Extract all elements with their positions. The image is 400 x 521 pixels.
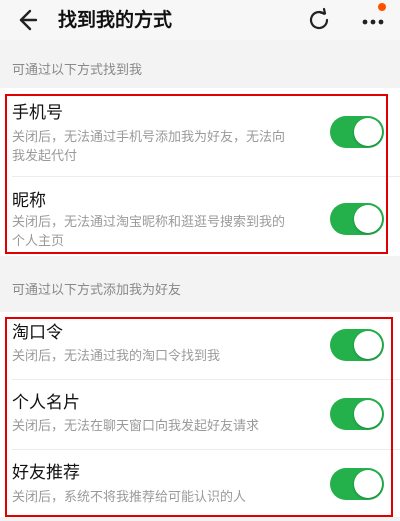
toggle-knob (354, 400, 382, 428)
setting-title: 手机号 (12, 103, 63, 123)
toggle-knob (354, 331, 382, 359)
setting-row-taokouling: 淘口令 关闭后，无法通过我的淘口令找到我 (0, 312, 400, 378)
setting-description: 关闭后，无法通过手机号添加我为好友，无法向 我发起代付 (12, 130, 286, 164)
setting-description: 关闭后，无法在聊天窗口向我发起好友请求 (12, 419, 260, 434)
setting-title: 昵称 (12, 191, 46, 211)
section-label-add-me: 可通过以下方式添加我为好友 (12, 283, 182, 298)
toggle-knob (354, 205, 382, 233)
setting-row-friend-recommend: 好友推荐 关闭后，系统不将我推荐给可能认识的人 (0, 450, 400, 517)
find-me-group: 手机号 关闭后，无法通过手机号添加我为好友，无法向 我发起代付 昵称 关闭后，无… (0, 88, 400, 256)
setting-description: 关闭后，无法通过淘宝昵称和逛逛号搜索到我的 个人主页 (12, 215, 286, 249)
nickname-toggle[interactable] (330, 203, 384, 235)
add-me-group: 淘口令 关闭后，无法通过我的淘口令找到我 个人名片 关闭后，无法在聊天窗口向我发… (0, 312, 400, 517)
setting-description: 关闭后，系统不将我推荐给可能认识的人 (12, 490, 247, 505)
setting-row-business-card: 个人名片 关闭后，无法在聊天窗口向我发起好友请求 (0, 380, 400, 448)
section-label-find-me: 可通过以下方式找到我 (12, 63, 143, 78)
setting-title: 好友推荐 (12, 463, 80, 483)
arrow-left-icon[interactable] (12, 6, 40, 34)
taokouling-toggle[interactable] (330, 329, 384, 361)
refresh-icon[interactable] (305, 6, 333, 34)
setting-row-phone: 手机号 关闭后，无法通过手机号添加我为好友，无法向 我发起代付 (0, 88, 400, 176)
phone-toggle[interactable] (330, 116, 384, 148)
setting-title: 个人名片 (12, 393, 80, 413)
setting-description: 关闭后，无法通过我的淘口令找到我 (12, 349, 221, 364)
top-nav-bar: 找到我的方式 (0, 0, 400, 40)
toggle-knob (354, 470, 382, 498)
toggle-knob (354, 118, 382, 146)
page-title: 找到我的方式 (58, 9, 173, 31)
friend-recommend-toggle[interactable] (330, 468, 384, 500)
setting-row-nickname: 昵称 关闭后，无法通过淘宝昵称和逛逛号搜索到我的 个人主页 (0, 177, 400, 256)
setting-title: 淘口令 (12, 323, 63, 343)
business-card-toggle[interactable] (330, 398, 384, 430)
notification-dot (378, 3, 386, 11)
